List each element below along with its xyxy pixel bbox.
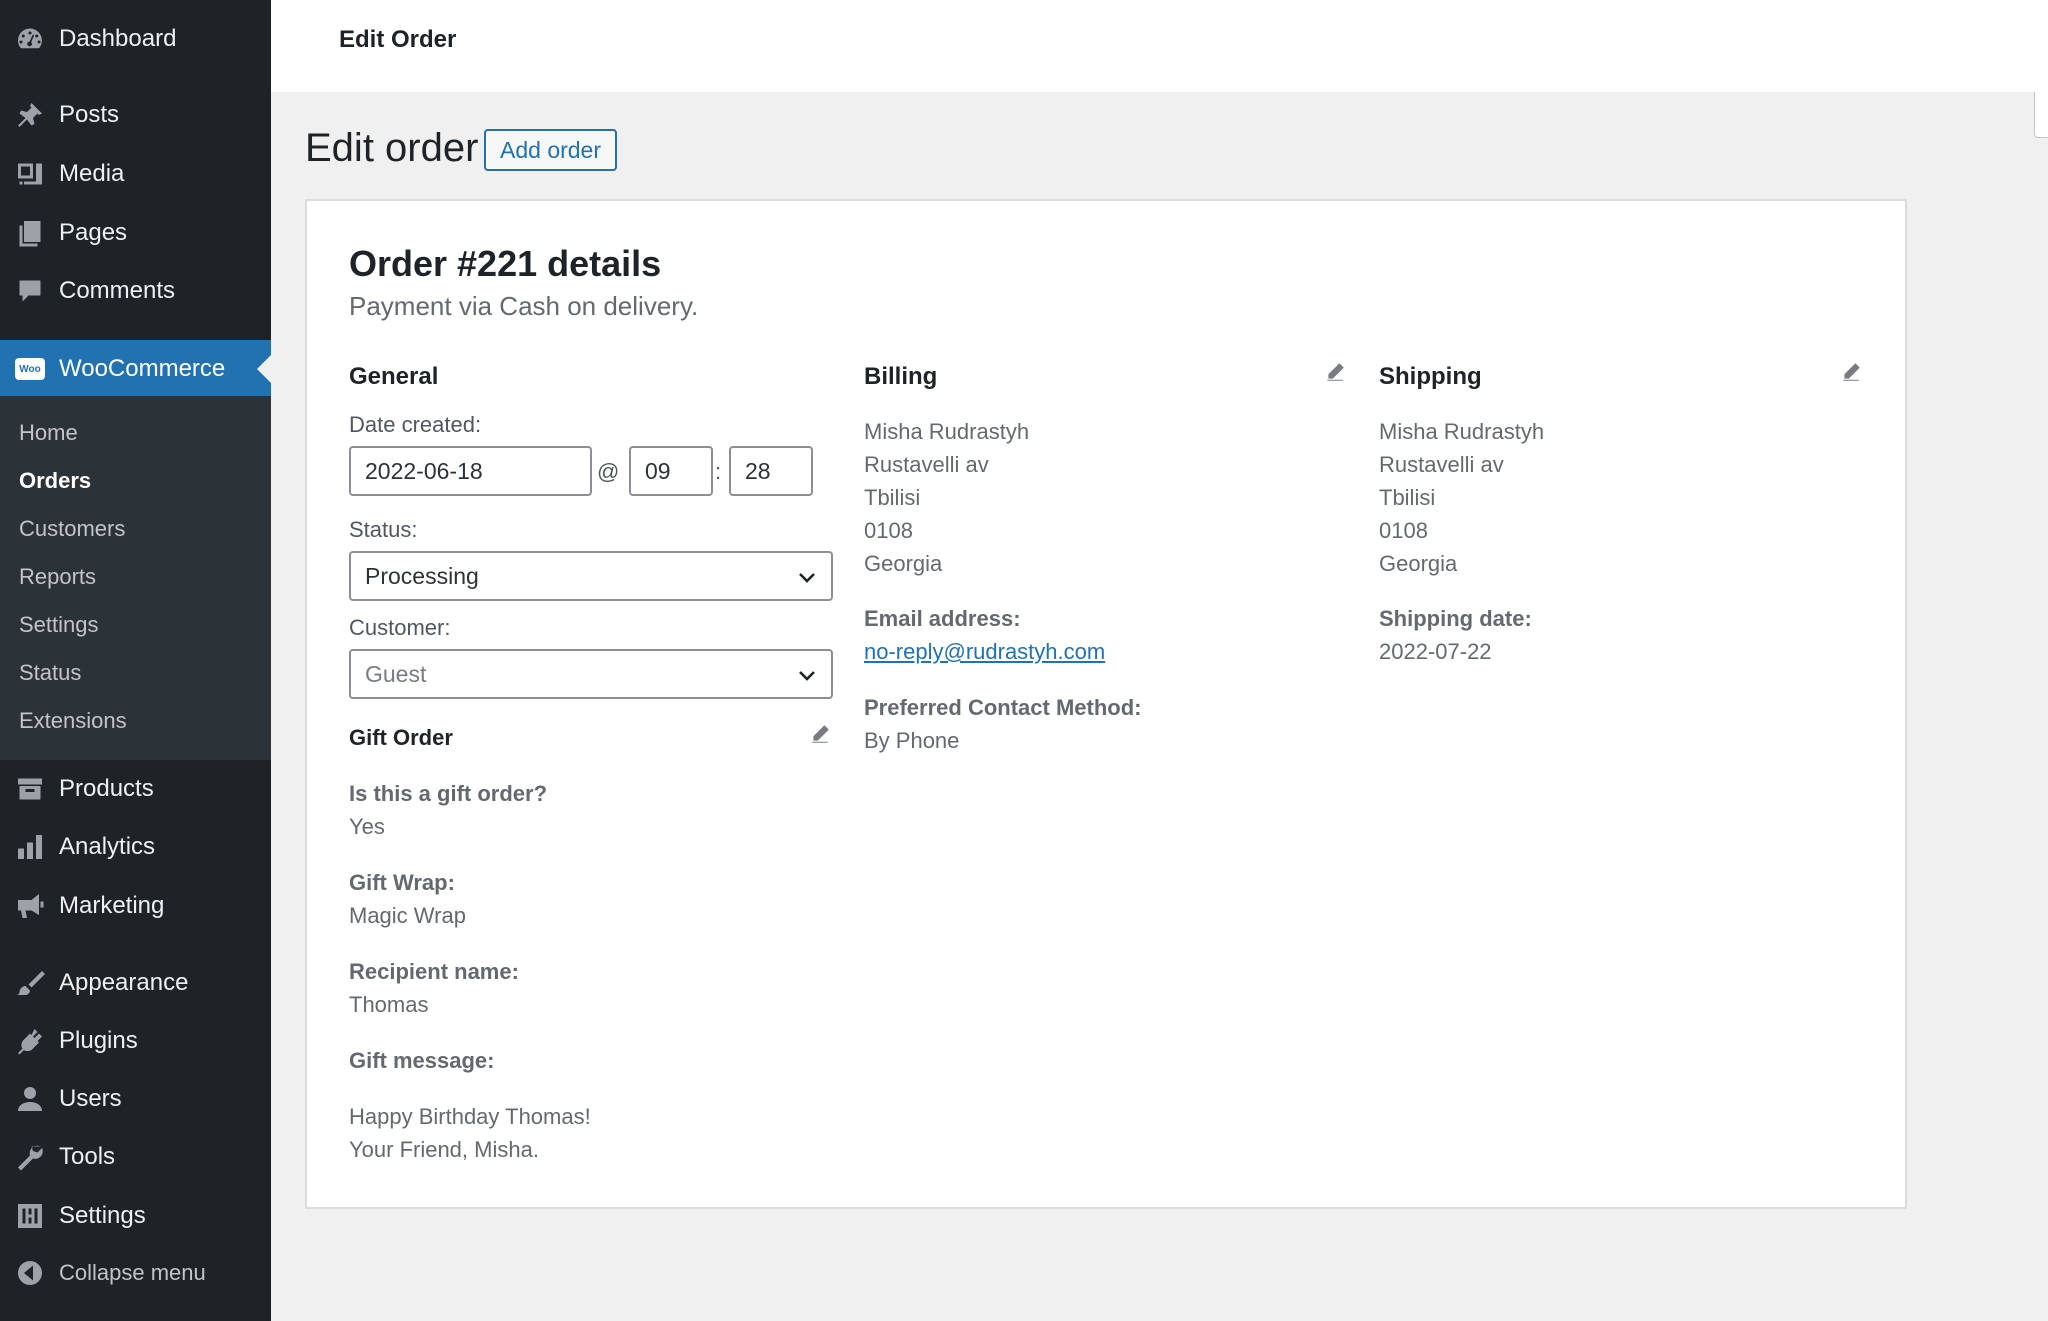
billing-address-line: Tbilisi bbox=[864, 485, 921, 510]
woocommerce-icon: Woo bbox=[14, 353, 46, 385]
user-icon bbox=[14, 1083, 46, 1115]
menu-item-users[interactable]: Users bbox=[0, 1070, 271, 1128]
menu-item-woocommerce[interactable]: Woo WooCommerce bbox=[0, 340, 271, 398]
chevron-down-icon bbox=[797, 566, 817, 586]
menu-item-appearance[interactable]: Appearance bbox=[0, 954, 271, 1012]
submenu-home[interactable]: Home bbox=[19, 420, 78, 446]
recipient-name-value: Thomas bbox=[349, 992, 429, 1017]
menu-item-analytics[interactable]: Analytics bbox=[0, 818, 271, 876]
menu-item-dashboard[interactable]: Dashboard bbox=[0, 10, 271, 68]
billing-address-line: Georgia bbox=[864, 551, 943, 576]
general-heading: General bbox=[349, 363, 439, 390]
gift-order-heading: Gift Order bbox=[349, 725, 453, 750]
gift-wrap-label: Gift Wrap: bbox=[349, 870, 455, 895]
email-address-link[interactable]: no-reply@rudrastyh.com bbox=[864, 639, 1105, 665]
billing-heading: Billing bbox=[864, 363, 938, 390]
submenu-reports[interactable]: Reports bbox=[19, 564, 96, 590]
chevron-down-icon bbox=[797, 664, 817, 684]
sliders-icon bbox=[14, 1200, 46, 1232]
gift-question-label: Is this a gift order? bbox=[349, 781, 548, 806]
edit-gift-pencil-icon[interactable] bbox=[809, 723, 831, 745]
menu-item-posts[interactable]: Posts bbox=[0, 86, 271, 144]
gift-wrap-value: Magic Wrap bbox=[349, 903, 466, 928]
recipient-name-label: Recipient name: bbox=[349, 959, 519, 984]
edit-billing-pencil-icon[interactable] bbox=[1324, 361, 1346, 383]
hour-input[interactable]: 09 bbox=[629, 446, 713, 496]
woocommerce-submenu: Home Orders Customers Reports Settings S… bbox=[0, 396, 271, 760]
submenu-orders[interactable]: Orders bbox=[19, 468, 91, 494]
menu-item-comments[interactable]: Comments bbox=[0, 262, 271, 320]
gift-question-value: Yes bbox=[349, 814, 385, 839]
current-menu-arrow bbox=[257, 355, 271, 383]
menu-item-tools[interactable]: Tools bbox=[0, 1128, 271, 1186]
status-select[interactable]: Processing bbox=[349, 551, 833, 601]
billing-address-line: 0108 bbox=[864, 518, 913, 543]
megaphone-icon bbox=[14, 890, 46, 922]
menu-item-plugins[interactable]: Plugins bbox=[0, 1012, 271, 1070]
menu-item-products[interactable]: Products bbox=[0, 760, 271, 818]
header-title: Edit Order bbox=[339, 26, 457, 53]
collapse-icon bbox=[14, 1257, 46, 1289]
gift-message-line: Happy Birthday Thomas! bbox=[349, 1104, 591, 1129]
submenu-customers[interactable]: Customers bbox=[19, 516, 125, 542]
menu-item-marketing[interactable]: Marketing bbox=[0, 877, 271, 935]
collapse-menu-button[interactable]: Collapse menu bbox=[0, 1244, 271, 1302]
gift-message-line: Your Friend, Misha. bbox=[349, 1137, 539, 1162]
billing-address-line: Misha Rudrastyh bbox=[864, 419, 1030, 444]
gift-message-label: Gift message: bbox=[349, 1048, 495, 1073]
time-separator: : bbox=[715, 459, 722, 484]
shipping-address-line: Tbilisi bbox=[1379, 485, 1436, 510]
menu-item-pages[interactable]: Pages bbox=[0, 204, 271, 262]
customer-label: Customer: bbox=[349, 615, 451, 640]
add-order-button[interactable]: Add order bbox=[484, 129, 618, 171]
wrench-icon bbox=[14, 1141, 46, 1173]
order-heading: Order #221 details bbox=[349, 243, 662, 284]
plug-icon bbox=[14, 1025, 46, 1057]
shipping-address-line: Misha Rudrastyh bbox=[1379, 419, 1545, 444]
payment-method-text: Payment via Cash on delivery. bbox=[349, 291, 699, 321]
submenu-settings[interactable]: Settings bbox=[19, 612, 99, 638]
shipping-date-value: 2022-07-22 bbox=[1379, 639, 1492, 664]
email-address-label: Email address: bbox=[864, 606, 1021, 631]
shipping-address-line: Georgia bbox=[1379, 551, 1458, 576]
edit-shipping-pencil-icon[interactable] bbox=[1840, 361, 1862, 383]
status-label: Status: bbox=[349, 517, 418, 542]
page-title: Edit order bbox=[305, 126, 479, 170]
archive-icon bbox=[14, 773, 46, 805]
dashboard-icon bbox=[14, 23, 46, 55]
at-separator: @ bbox=[597, 459, 620, 484]
menu-item-media[interactable]: Media bbox=[0, 145, 271, 203]
minute-input[interactable]: 28 bbox=[729, 446, 813, 496]
order-details-panel: Order #221 details Payment via Cash on d… bbox=[305, 199, 1907, 1209]
menu-item-settings[interactable]: Settings bbox=[0, 1187, 271, 1245]
contact-method-value: By Phone bbox=[864, 728, 960, 753]
screen-options-tab[interactable] bbox=[2034, 92, 2048, 138]
date-created-label: Date created: bbox=[349, 412, 482, 437]
date-created-input[interactable]: 2022-06-18 bbox=[349, 446, 592, 496]
shipping-address-line: 0108 bbox=[1379, 518, 1428, 543]
status-value: Processing bbox=[365, 562, 479, 589]
pin-icon bbox=[14, 99, 46, 131]
page-header-bar: Edit Order bbox=[271, 0, 2048, 138]
submenu-extensions[interactable]: Extensions bbox=[19, 708, 127, 734]
shipping-address-line: Rustavelli av bbox=[1379, 452, 1504, 477]
shipping-date-label: Shipping date: bbox=[1379, 606, 1532, 631]
submenu-status[interactable]: Status bbox=[19, 660, 81, 686]
admin-sidebar: Dashboard Posts Media Pages Comments Woo… bbox=[0, 0, 271, 1321]
pages-icon bbox=[14, 217, 46, 249]
shipping-heading: Shipping bbox=[1379, 363, 1482, 390]
billing-address-line: Rustavelli av bbox=[864, 452, 989, 477]
bar-chart-icon bbox=[14, 831, 46, 863]
contact-method-label: Preferred Contact Method: bbox=[864, 695, 1142, 720]
customer-value: Guest bbox=[365, 660, 427, 687]
comment-icon bbox=[14, 275, 46, 307]
brush-icon bbox=[14, 967, 46, 999]
customer-select[interactable]: Guest bbox=[349, 649, 833, 699]
media-icon bbox=[14, 158, 46, 190]
